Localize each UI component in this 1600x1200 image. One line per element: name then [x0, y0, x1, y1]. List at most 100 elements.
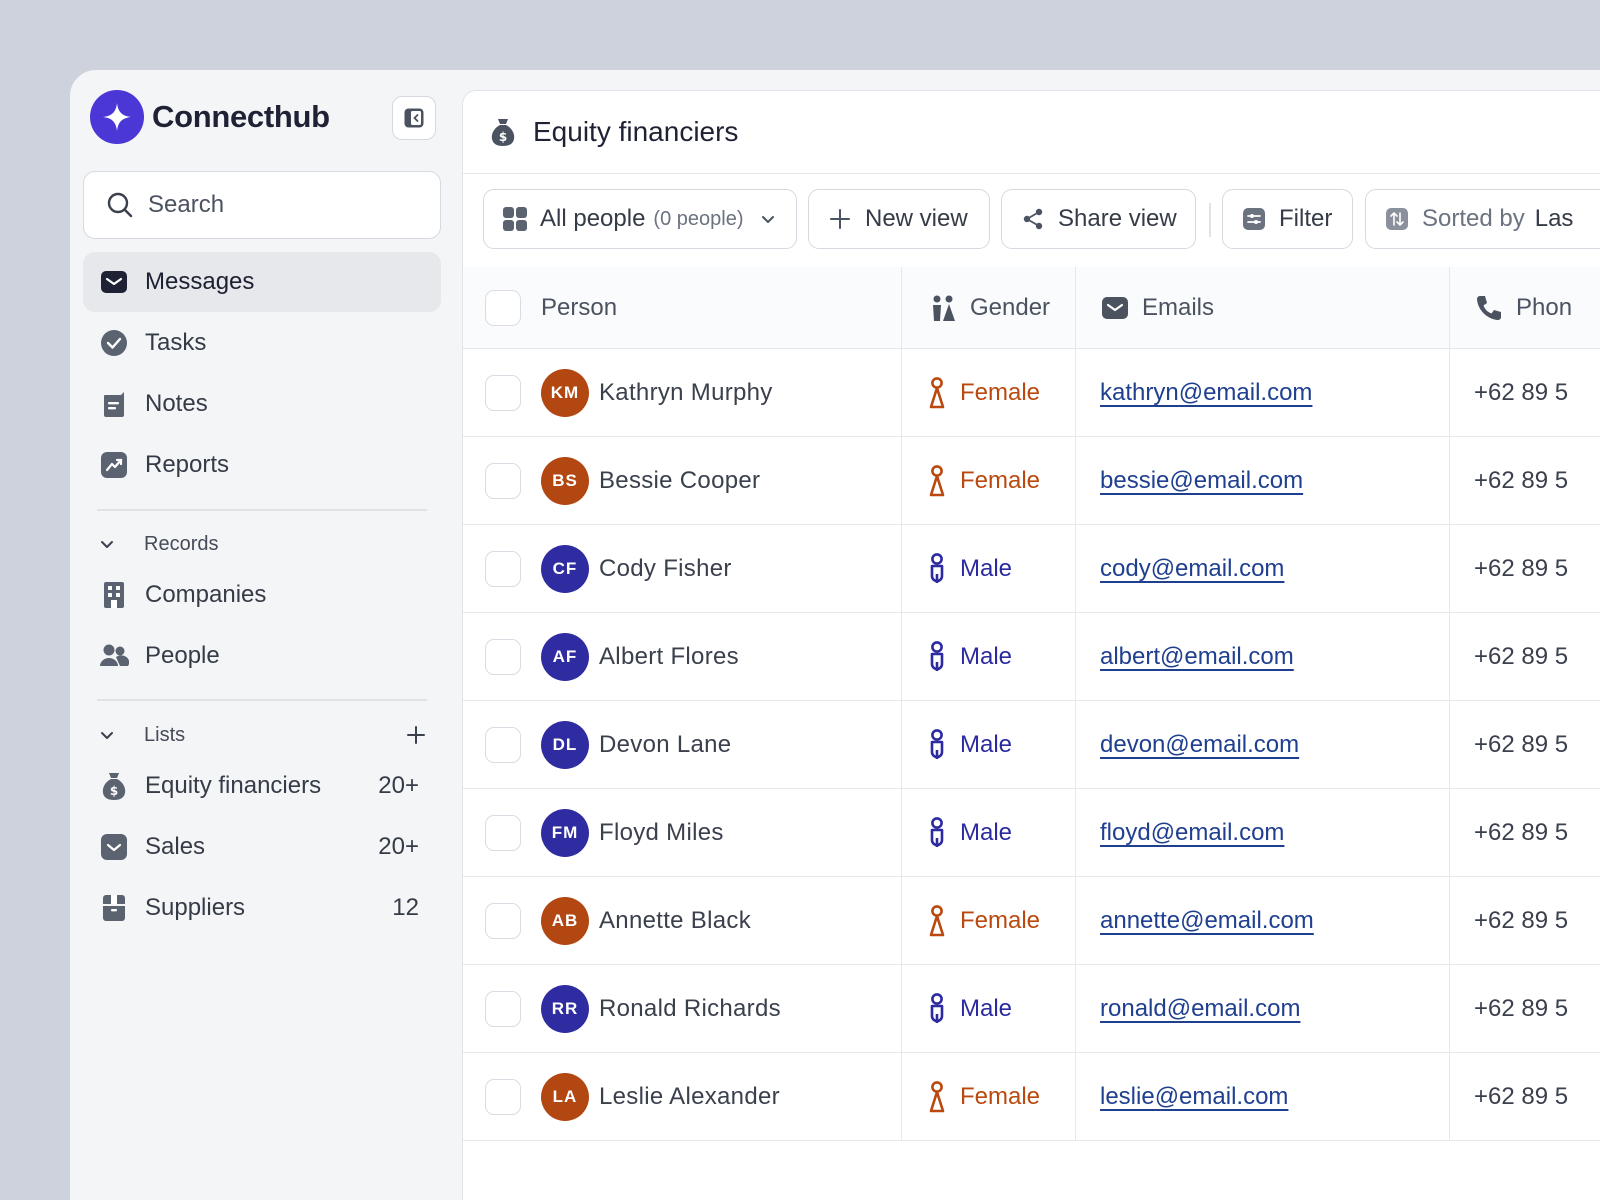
nav-item-tasks[interactable]: Tasks	[83, 313, 441, 373]
table-row[interactable]: CF Cody Fisher Male cody@email.com +62 89 5	[463, 525, 1600, 613]
person-name: Kathryn Murphy	[599, 378, 773, 406]
toolbar-divider	[1209, 203, 1211, 237]
male-icon	[928, 640, 946, 674]
person-cell[interactable]: AF Albert Flores	[541, 613, 901, 700]
records-section-header[interactable]: Records	[83, 524, 441, 564]
phone-cell[interactable]: +62 89 5	[1449, 1053, 1600, 1140]
nav-label: Sales	[145, 833, 206, 860]
email-link[interactable]: annette@email.com	[1100, 907, 1314, 935]
new-view-button[interactable]: New view	[808, 189, 990, 249]
person-cell[interactable]: CF Cody Fisher	[541, 525, 901, 612]
email-link[interactable]: leslie@email.com	[1100, 1083, 1288, 1111]
column-header-gender[interactable]: Gender	[901, 267, 1075, 348]
email-link[interactable]: bessie@email.com	[1100, 467, 1303, 495]
table-row[interactable]: DL Devon Lane Male devon@email.com +62 89 5	[463, 701, 1600, 789]
nav-item-sales[interactable]: Sales 20+	[83, 817, 441, 877]
person-cell[interactable]: LA Leslie Alexander	[541, 1053, 901, 1140]
nav-label: People	[145, 642, 220, 669]
phone-cell[interactable]: +62 89 5	[1449, 349, 1600, 436]
phone-cell[interactable]: +62 89 5	[1449, 437, 1600, 524]
phone-cell[interactable]: +62 89 5	[1449, 877, 1600, 964]
gender-cell[interactable]: Female	[901, 877, 1075, 964]
email-link[interactable]: albert@email.com	[1100, 643, 1294, 671]
gender-cell[interactable]: Female	[901, 1053, 1075, 1140]
nav-item-messages[interactable]: Messages	[83, 252, 441, 312]
lists-section-header[interactable]: Lists	[83, 715, 441, 755]
view-selector[interactable]: All people (0 people)	[483, 189, 797, 249]
phone-cell[interactable]: +62 89 5	[1449, 701, 1600, 788]
row-checkbox[interactable]	[485, 550, 521, 587]
nav-item-equity-financiers[interactable]: $ Equity financiers 20+	[83, 756, 441, 816]
collapse-sidebar-button[interactable]	[392, 96, 436, 140]
gender-cell[interactable]: Male	[901, 525, 1075, 612]
nav-item-suppliers[interactable]: Suppliers 12	[83, 878, 441, 938]
person-cell[interactable]: BS Bessie Cooper	[541, 437, 901, 524]
person-name: Bessie Cooper	[599, 466, 761, 494]
table-row[interactable]: AF Albert Flores Male albert@email.com +62 8…	[463, 613, 1600, 701]
avatar: AF	[541, 632, 589, 681]
row-checkbox[interactable]	[485, 814, 521, 851]
sort-button[interactable]: Sorted by Las	[1365, 189, 1600, 249]
avatar: LA	[541, 1072, 589, 1121]
column-header-phone[interactable]: Phon	[1449, 267, 1600, 348]
table-row[interactable]: BS Bessie Cooper Female bessie@email.com +62…	[463, 437, 1600, 525]
email-link[interactable]: ronald@email.com	[1100, 995, 1300, 1023]
person-cell[interactable]: DL Devon Lane	[541, 701, 901, 788]
person-cell[interactable]: KM Kathryn Murphy	[541, 349, 901, 436]
email-link[interactable]: kathryn@email.com	[1100, 379, 1312, 407]
nav-item-companies[interactable]: Companies	[83, 565, 441, 625]
email-link[interactable]: floyd@email.com	[1100, 819, 1284, 847]
phone-cell[interactable]: +62 89 5	[1449, 525, 1600, 612]
brand: Connecthub	[90, 90, 330, 144]
gender-cell[interactable]: Male	[901, 613, 1075, 700]
gender-cell[interactable]: Female	[901, 349, 1075, 436]
row-checkbox[interactable]	[485, 726, 521, 763]
row-checkbox[interactable]	[485, 462, 521, 499]
nav-item-reports[interactable]: Reports	[83, 435, 441, 495]
table-row[interactable]: KM Kathryn Murphy Female kathryn@email.com +…	[463, 349, 1600, 437]
logo-icon	[90, 90, 144, 144]
table-row[interactable]: LA Leslie Alexander Female leslie@email.com…	[463, 1053, 1600, 1141]
female-icon	[928, 464, 946, 498]
table-row[interactable]: AB Annette Black Female annette@email.com +6…	[463, 877, 1600, 965]
row-checkbox[interactable]	[485, 990, 521, 1027]
gender-cell[interactable]: Male	[901, 965, 1075, 1052]
person-cell[interactable]: RR Ronald Richards	[541, 965, 901, 1052]
email-link[interactable]: cody@email.com	[1100, 555, 1284, 583]
person-cell[interactable]: FM Floyd Miles	[541, 789, 901, 876]
row-select-cell	[463, 789, 541, 876]
filter-button[interactable]: Filter	[1222, 189, 1353, 249]
search-input[interactable]: Search	[83, 171, 441, 239]
row-checkbox[interactable]	[485, 374, 521, 411]
table-row[interactable]: RR Ronald Richards Male ronald@email.com +62…	[463, 965, 1600, 1053]
gender-cell[interactable]: Male	[901, 789, 1075, 876]
money-bag-icon: $	[99, 771, 129, 801]
envelope-icon	[99, 267, 129, 297]
sidebar-collapse-icon	[404, 108, 424, 128]
row-checkbox[interactable]	[485, 902, 521, 939]
column-header-person[interactable]: Person	[541, 267, 901, 348]
row-checkbox[interactable]	[485, 1078, 521, 1115]
nav-item-notes[interactable]: Notes	[83, 374, 441, 434]
table-row[interactable]: FM Floyd Miles Male floyd@email.com +62 89 5	[463, 789, 1600, 877]
gender-cell[interactable]: Male	[901, 701, 1075, 788]
add-list-icon[interactable]	[405, 724, 427, 746]
section-label: Lists	[144, 723, 186, 746]
share-view-button[interactable]: Share view	[1001, 189, 1196, 249]
avatar: CF	[541, 544, 589, 593]
gender-label: Male	[960, 730, 1013, 758]
filter-icon	[1241, 206, 1267, 232]
person-cell[interactable]: AB Annette Black	[541, 877, 901, 964]
avatar: DL	[541, 720, 589, 769]
select-all-checkbox[interactable]	[485, 289, 521, 326]
filter-label: Filter	[1279, 205, 1333, 232]
gender-cell[interactable]: Female	[901, 437, 1075, 524]
nav-item-people[interactable]: People	[83, 626, 441, 686]
column-header-emails[interactable]: Emails	[1075, 267, 1449, 348]
email-link[interactable]: devon@email.com	[1100, 731, 1299, 759]
phone-cell[interactable]: +62 89 5	[1449, 613, 1600, 700]
phone-cell[interactable]: +62 89 5	[1449, 965, 1600, 1052]
row-select-cell	[463, 1053, 541, 1140]
phone-cell[interactable]: +62 89 5	[1449, 789, 1600, 876]
row-checkbox[interactable]	[485, 638, 521, 675]
